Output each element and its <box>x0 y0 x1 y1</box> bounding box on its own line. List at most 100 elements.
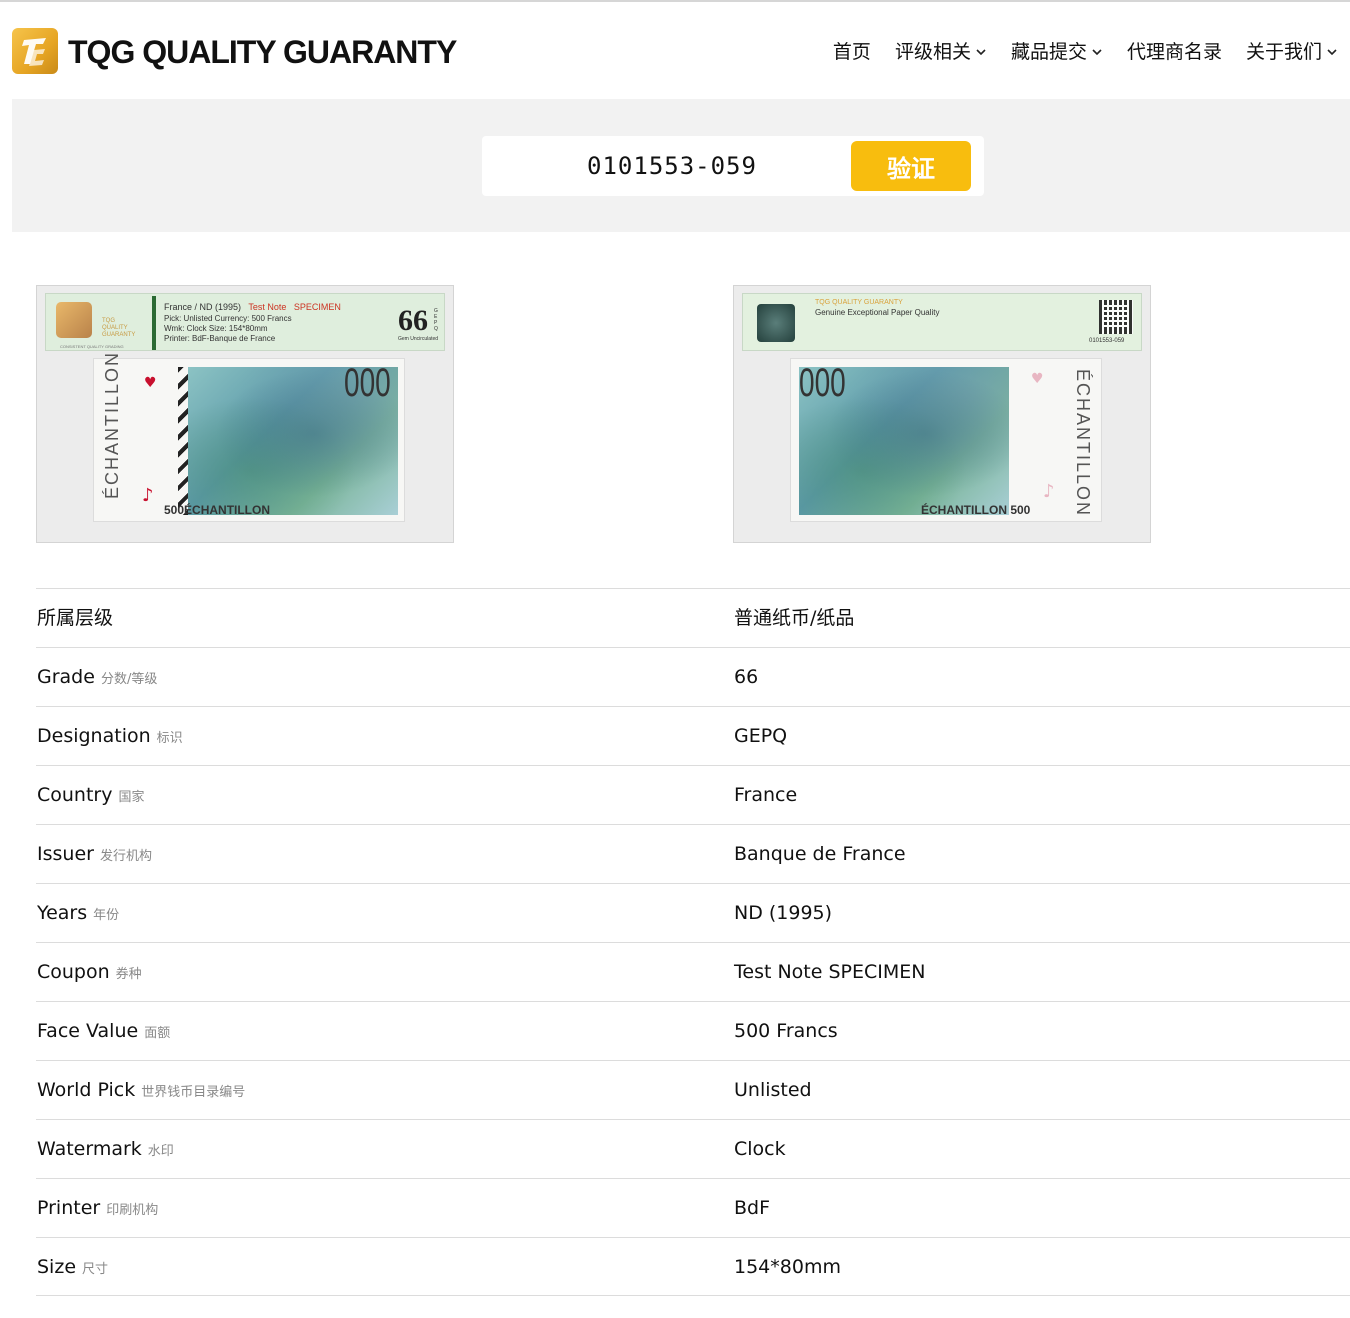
hologram-icon <box>757 304 795 342</box>
music-note-icon: ♪ <box>142 485 154 506</box>
row-key-label: Country <box>37 784 113 806</box>
front-label-specimen: SPECIMEN <box>293 302 341 312</box>
row-key-label: Designation <box>37 725 151 747</box>
nav-dealers[interactable]: 代理商名录 <box>1127 34 1222 70</box>
back-label: TQG QUALITY GUARANTY Genuine Exceptional… <box>742 293 1142 351</box>
front-label-line2: Pick: Unlisted Currency: 500 Francs <box>164 314 292 323</box>
row-value: ND (1995) <box>734 902 833 924</box>
nav-grading-label: 评级相关 <box>894 41 971 63</box>
row-key-label: Coupon <box>37 961 110 983</box>
banknote-back-image[interactable]: TQG QUALITY GUARANTY Genuine Exceptional… <box>733 285 1151 543</box>
front-label-title-row: France / ND (1995) Test Note SPECIMEN <box>164 302 341 312</box>
row-key: 所属层级 <box>37 589 113 647</box>
back-note-bottom-text: ÉCHANTILLON 500 <box>921 503 1031 517</box>
front-label-line4: Printer: BdF-Banque de France <box>164 334 276 343</box>
row-key-label: Size <box>37 1256 77 1278</box>
front-label-designation: GEPQ <box>434 308 438 332</box>
row-key-label: 所属层级 <box>37 607 114 629</box>
table-row: Printer 印刷机构 BdF <box>36 1178 1350 1237</box>
row-key-zh: 分数/等级 <box>100 672 158 687</box>
label-divider <box>152 296 156 350</box>
row-key-label: Face Value <box>37 1020 139 1042</box>
row-key: Country 国家 <box>37 766 145 827</box>
nav-about-label: 关于我们 <box>1245 41 1322 63</box>
row-key-label: Grade <box>37 666 95 688</box>
row-key-label: Issuer <box>37 843 94 865</box>
row-key: Years 年份 <box>37 884 119 945</box>
row-value: 66 <box>734 666 759 688</box>
site-header: TQG QUALITY GUARANTY 首页 评级相关 藏品提交 代理商名录 … <box>0 4 1350 99</box>
row-key-label: World Pick <box>37 1079 136 1101</box>
nav-dealers-label: 代理商名录 <box>1126 41 1222 63</box>
nav-submit-label: 藏品提交 <box>1010 41 1087 63</box>
front-label-grade: 66 <box>398 304 428 337</box>
cert-number-input[interactable] <box>482 136 852 196</box>
back-label-tagline: Genuine Exceptional Paper Quality <box>815 308 940 317</box>
back-note-number: 000 <box>799 361 846 405</box>
back-label-cert-number: 0101553-059 <box>1089 338 1125 344</box>
main-nav: 首页 评级相关 藏品提交 代理商名录 关于我们 <box>809 34 1338 70</box>
nav-about[interactable]: 关于我们 <box>1246 34 1338 70</box>
nav-submit[interactable]: 藏品提交 <box>1011 34 1103 70</box>
table-row: Country 国家 France <box>36 765 1350 824</box>
row-key: Grade 分数/等级 <box>37 648 157 709</box>
nav-home-label: 首页 <box>832 41 871 63</box>
row-key-zh: 面额 <box>144 1026 171 1041</box>
row-key: Issuer 发行机构 <box>37 825 152 886</box>
row-key: Coupon 券种 <box>37 943 142 1004</box>
nav-grading[interactable]: 评级相关 <box>895 34 987 70</box>
row-key: Face Value 面额 <box>37 1002 170 1063</box>
back-echantillon-text: ÉCHANTILLON <box>1073 369 1093 518</box>
search-band: 验证 <box>12 99 1350 232</box>
tqg-label-logo-icon <box>56 302 92 338</box>
row-key-label: Watermark <box>37 1138 142 1160</box>
row-value: Unlisted <box>734 1079 812 1101</box>
front-note-number: 000 <box>344 361 391 405</box>
row-key-zh: 水印 <box>147 1144 174 1159</box>
violin-icon: ♥ <box>1031 371 1044 387</box>
row-key-zh: 国家 <box>118 790 145 805</box>
verify-button[interactable]: 验证 <box>851 141 971 191</box>
row-key-label: Printer <box>37 1197 101 1219</box>
table-row: Coupon 券种 Test Note SPECIMEN <box>36 942 1350 1001</box>
qr-code-icon <box>1099 300 1133 334</box>
row-value: 500 Francs <box>734 1020 838 1042</box>
details-table: 所属层级 普通纸币/纸品 Grade 分数/等级 66 Designation 标识… <box>36 588 1350 1296</box>
nav-home[interactable]: 首页 <box>833 34 871 70</box>
table-row: Face Value 面额 500 Francs <box>36 1001 1350 1060</box>
logo-text[interactable]: TQG QUALITY GUARANTY <box>68 30 457 74</box>
table-row: Issuer 发行机构 Banque de France <box>36 824 1350 883</box>
row-key-zh: 世界钱币目录编号 <box>141 1085 246 1100</box>
front-note-bottom-text: 500ÉCHANTILLON <box>164 503 271 517</box>
row-key-label: Years <box>37 902 88 924</box>
front-label-logo-lines: TQG QUALITY GUARANTY <box>102 318 135 339</box>
row-key: Watermark 水印 <box>37 1120 174 1181</box>
row-value: Banque de France <box>734 843 906 865</box>
front-label: TQG QUALITY GUARANTY CONSISTENT QUALITY … <box>45 293 445 351</box>
music-note-icon: ♪ <box>1043 481 1055 502</box>
front-label-logo-line: TQG <box>102 318 115 324</box>
front-echantillon-text: ÉCHANTILLON <box>102 350 122 499</box>
front-label-title: France / ND (1995) <box>164 302 242 312</box>
table-row: 所属层级 普通纸币/纸品 <box>36 588 1350 647</box>
search-box: 验证 <box>482 136 984 196</box>
front-label-line3: Wmk: Clock Size: 154*80mm <box>164 324 268 333</box>
row-key-zh: 尺寸 <box>82 1262 109 1277</box>
table-row: Watermark 水印 Clock <box>36 1119 1350 1178</box>
row-value: 154*80mm <box>734 1256 841 1278</box>
row-value: BdF <box>734 1197 771 1219</box>
row-key: Printer 印刷机构 <box>37 1179 158 1240</box>
banknote-security-stripe <box>178 367 188 515</box>
chevron-down-icon <box>1092 49 1102 56</box>
row-value: Test Note SPECIMEN <box>734 961 926 983</box>
row-key: World Pick 世界钱币目录编号 <box>37 1061 245 1122</box>
violin-icon: ♥ <box>144 375 157 391</box>
banknote-front-image[interactable]: TQG QUALITY GUARANTY CONSISTENT QUALITY … <box>36 285 454 543</box>
front-label-logo-line: GUARANTY <box>102 332 136 338</box>
front-label-logo-line: QUALITY <box>102 325 128 331</box>
row-value: GEPQ <box>734 725 788 747</box>
row-key: Size 尺寸 <box>37 1238 108 1299</box>
row-key-zh: 发行机构 <box>99 849 152 864</box>
row-value: 普通纸币/纸品 <box>734 607 855 629</box>
tqg-logo-icon[interactable] <box>12 28 58 74</box>
